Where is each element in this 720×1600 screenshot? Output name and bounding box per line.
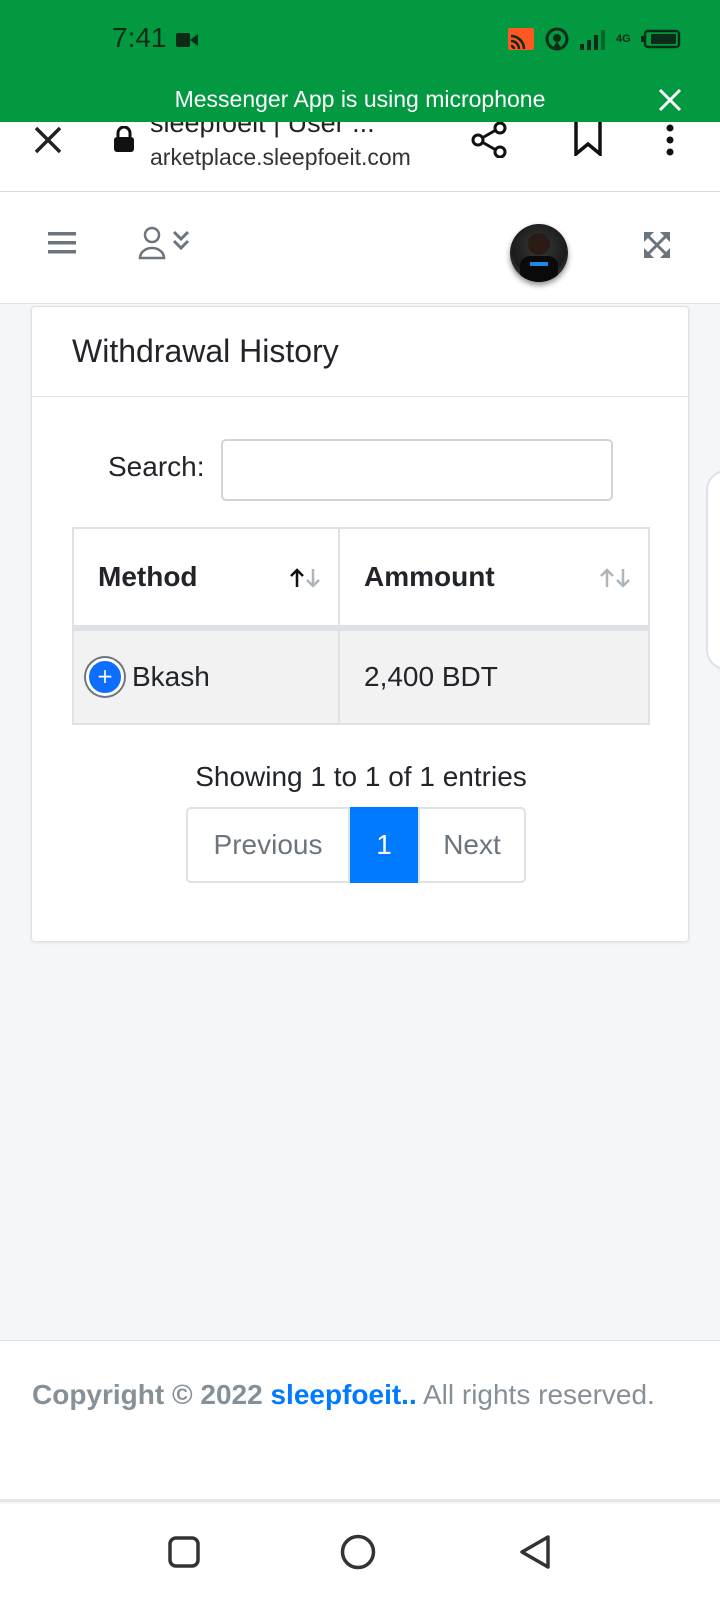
page-1-button[interactable]: 1 — [350, 807, 418, 883]
video-camera-icon — [176, 33, 198, 47]
avatar[interactable] — [510, 224, 568, 282]
cell-amount: 2,400 BDT — [338, 627, 650, 725]
sort-icon — [600, 568, 630, 588]
withdrawal-table: Method Ammount + Bkash 2,400 BDT — [72, 527, 650, 725]
previous-page-button[interactable]: Previous — [186, 807, 350, 883]
column-header-amount[interactable]: Ammount — [338, 527, 650, 631]
app-navbar — [0, 192, 720, 304]
browser-toolbar: sleepfoeit | User ... arketplace.sleepfo… — [0, 122, 720, 192]
method-value: Bkash — [132, 661, 210, 692]
recent-apps-icon[interactable] — [168, 1536, 200, 1568]
next-page-button[interactable]: Next — [418, 807, 526, 883]
avatar-photo — [520, 233, 558, 282]
page-title[interactable]: sleepfoeit | User ... — [150, 122, 375, 139]
cell-method: + Bkash — [72, 627, 340, 725]
column-header-method[interactable]: Method — [72, 527, 340, 631]
expand-row-button[interactable]: + — [86, 658, 124, 696]
hamburger-menu-icon[interactable] — [46, 230, 78, 256]
table-row: + Bkash 2,400 BDT — [72, 627, 650, 725]
hotspot-icon — [545, 27, 569, 51]
status-time: 7:41 — [112, 22, 167, 53]
share-icon[interactable] — [470, 122, 510, 158]
lock-icon — [114, 126, 134, 152]
status-bar: 7:41 4G Messenger App is using microphon… — [0, 0, 720, 122]
rights-text: All rights reserved. — [422, 1379, 655, 1410]
close-icon[interactable] — [30, 122, 66, 158]
withdrawal-history-card: Withdrawal History Search: Method Ammoun… — [31, 306, 689, 942]
sort-ascending-icon — [290, 568, 320, 588]
table-header-row: Method Ammount — [72, 527, 650, 631]
footer: Copyright © 2022 sleepfoeit.. All rights… — [0, 1340, 720, 1502]
more-menu-icon[interactable] — [664, 124, 676, 156]
copyright-text: Copyright © 2022 — [32, 1379, 263, 1410]
cast-icon — [508, 28, 534, 50]
column-header-label: Method — [98, 561, 198, 592]
status-icons: 4G — [508, 26, 681, 52]
site-link[interactable]: sleepfoeit.. — [270, 1379, 416, 1410]
close-icon[interactable] — [656, 86, 684, 114]
signal-icon — [580, 30, 605, 50]
battery-icon — [640, 29, 680, 49]
system-navigation-bar — [0, 1504, 720, 1600]
side-panel-handle[interactable] — [706, 470, 720, 670]
fullscreen-icon[interactable] — [642, 230, 672, 260]
table-info: Showing 1 to 1 of 1 entries — [195, 761, 527, 792]
notification-banner-text: Messenger App is using microphone — [174, 86, 546, 112]
network-type-label: 4G — [616, 33, 631, 45]
home-icon[interactable] — [340, 1534, 376, 1570]
back-icon[interactable] — [518, 1534, 552, 1570]
url-text[interactable]: arketplace.sleepfoeit.com — [150, 144, 411, 171]
card-title: Withdrawal History — [32, 307, 688, 397]
pagination: Previous 1 Next — [186, 807, 526, 883]
amount-value: 2,400 BDT — [364, 661, 498, 692]
user-dropdown-icon[interactable] — [138, 226, 198, 260]
column-header-label: Ammount — [364, 561, 495, 592]
bookmark-icon[interactable] — [572, 122, 604, 156]
search-label: Search: — [108, 451, 205, 482]
search-input[interactable] — [221, 439, 613, 501]
